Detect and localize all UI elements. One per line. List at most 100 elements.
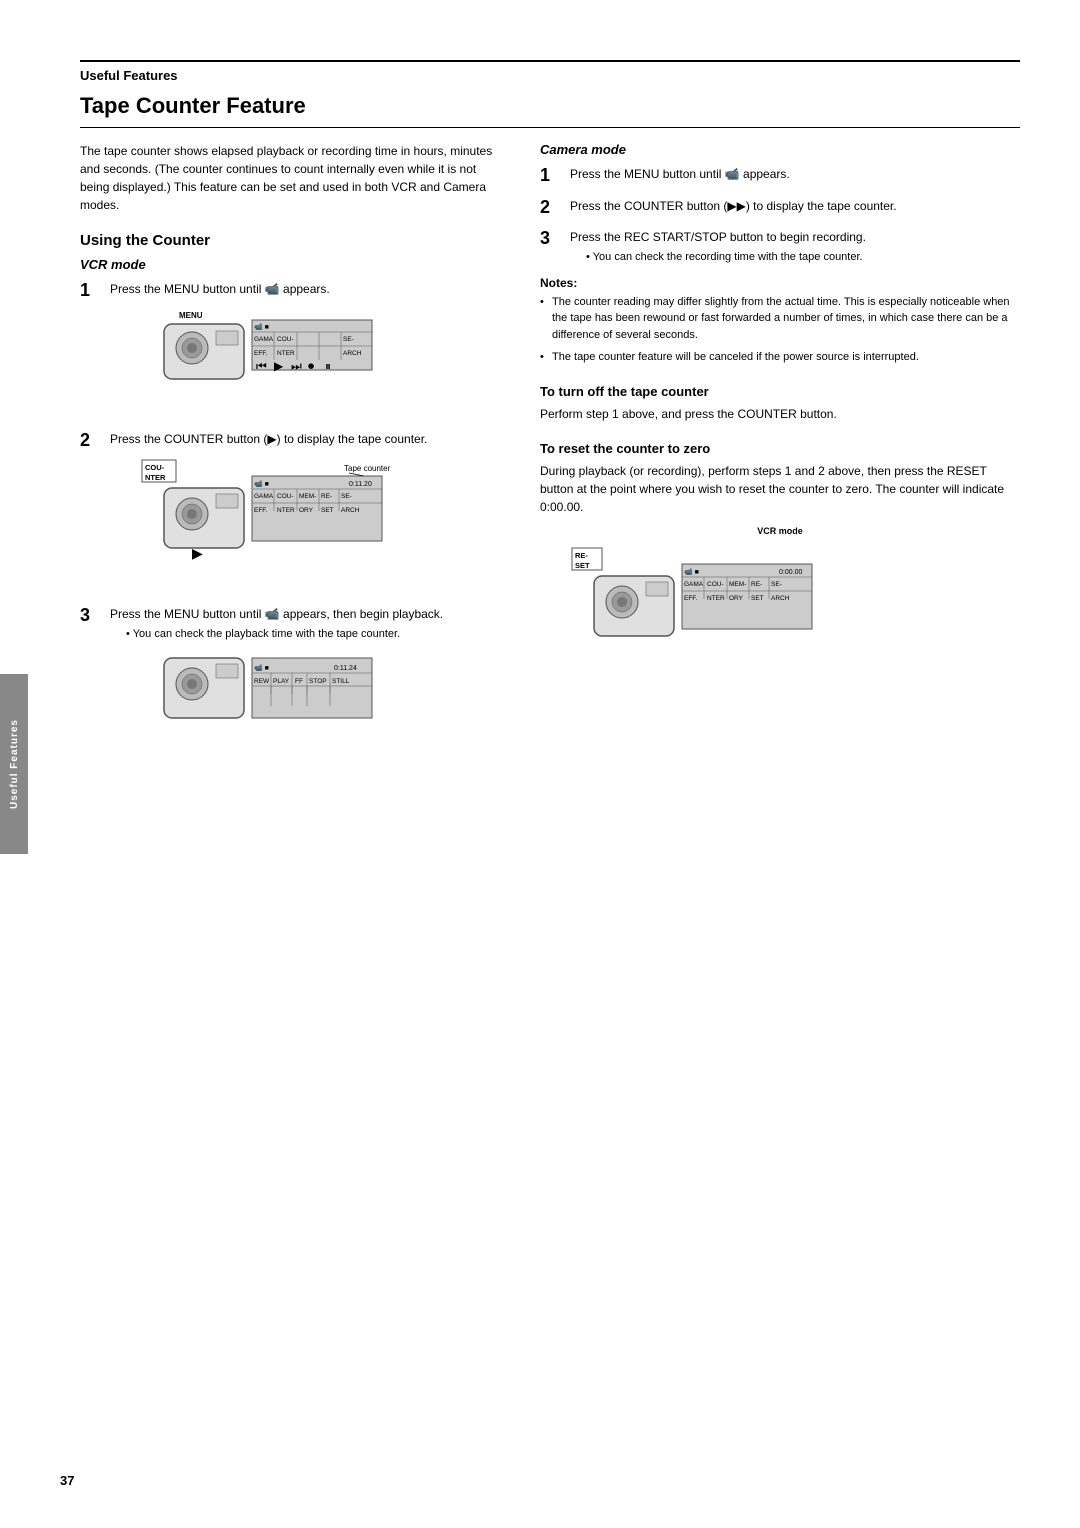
notes-title: Notes: <box>540 276 1020 290</box>
svg-text:⏺: ⏺ <box>308 359 314 373</box>
cam-step-3-content: Press the REC START/STOP button to begin… <box>570 228 1020 265</box>
vcr-step-2: 2 Press the COUNTER button (▶) to displa… <box>80 430 500 595</box>
page-number: 37 <box>60 1473 74 1488</box>
cam-step-1-content: Press the MENU button until 📹 appears. <box>570 165 1020 183</box>
reset-vcr-mode-label: VCR mode <box>540 526 1020 536</box>
svg-text:COU-: COU- <box>277 493 294 500</box>
svg-text:STILL: STILL <box>332 678 350 685</box>
camera-step-2: 2 Press the COUNTER button (▶▶) to displ… <box>540 197 1020 219</box>
svg-text:GAMA: GAMA <box>254 336 274 343</box>
vcr-diagram-3-container: 📹 ■ 0:11.24 REW PLAY FF <box>134 650 500 755</box>
svg-text:MEM-: MEM- <box>729 581 746 588</box>
svg-text:NTER: NTER <box>277 350 295 357</box>
svg-text:ORY: ORY <box>729 595 744 602</box>
intro-text: The tape counter shows elapsed playback … <box>80 142 500 214</box>
camera-mode-label: Camera mode <box>540 142 1020 157</box>
main-content: Useful Features Tape Counter Feature The… <box>60 60 1020 1468</box>
svg-text:⏸: ⏸ <box>325 359 331 373</box>
cam-step-num-1: 1 <box>540 165 564 187</box>
svg-text:RE-: RE- <box>751 581 762 588</box>
svg-text:▶: ▶ <box>274 359 284 373</box>
vcr-step-list: 1 Press the MENU button until 📹 appears.… <box>80 280 500 769</box>
right-column: Camera mode 1 Press the MENU button unti… <box>540 142 1020 779</box>
step-2-content: Press the COUNTER button (▶) to display … <box>110 430 500 595</box>
cam-step-2-content: Press the COUNTER button (▶▶) to display… <box>570 197 1020 215</box>
svg-text:SE-: SE- <box>341 493 352 500</box>
reset-text: During playback (or recording), perform … <box>540 462 1020 516</box>
svg-text:0:11.20: 0:11.20 <box>349 481 372 488</box>
svg-text:FF: FF <box>295 678 303 685</box>
svg-text:MENU: MENU <box>179 311 203 320</box>
svg-text:📹 ■: 📹 ■ <box>254 664 269 672</box>
camera-step-1: 1 Press the MENU button until 📹 appears. <box>540 165 1020 187</box>
svg-text:GAMA: GAMA <box>254 493 274 500</box>
svg-text:ORY: ORY <box>299 507 314 514</box>
vcr-step-3: 3 Press the MENU button until 📹 appears,… <box>80 605 500 769</box>
two-column-layout: The tape counter shows elapsed playback … <box>80 142 1020 779</box>
svg-text:ARCH: ARCH <box>341 507 360 514</box>
step-num-3: 3 <box>80 605 104 627</box>
page-container: Useful Features Useful Features Tape Cou… <box>0 0 1080 1528</box>
vcr-diagram-1-container: MENU <box>134 306 500 406</box>
svg-text:▶: ▶ <box>192 545 203 561</box>
svg-text:RE-: RE- <box>575 551 588 560</box>
reset-section: To reset the counter to zero During play… <box>540 441 1020 669</box>
svg-text:NTER: NTER <box>145 473 166 482</box>
svg-text:EFF.: EFF. <box>254 350 268 357</box>
section-header: Useful Features <box>80 60 1020 83</box>
step-3-bullet: You can check the playback time with the… <box>126 627 500 642</box>
cam-step-num-2: 2 <box>540 197 564 219</box>
svg-text:COU-: COU- <box>145 463 165 472</box>
cam-menu-icon: 📹 <box>725 167 740 181</box>
left-column: The tape counter shows elapsed playback … <box>80 142 500 779</box>
svg-text:SET: SET <box>321 507 334 514</box>
vcr-diagram-3: 📹 ■ 0:11.24 REW PLAY FF <box>134 650 384 755</box>
svg-text:REW: REW <box>254 678 270 685</box>
section-header-title: Useful Features <box>80 68 178 83</box>
svg-text:NTER: NTER <box>707 595 725 602</box>
svg-text:COU-: COU- <box>277 336 294 343</box>
notes-section: Notes: The counter reading may differ sl… <box>540 276 1020 366</box>
step-1-content: Press the MENU button until 📹 appears. M… <box>110 280 500 420</box>
svg-text:STOP: STOP <box>309 678 327 685</box>
svg-text:⏭: ⏭ <box>291 359 302 373</box>
turn-off-text: Perform step 1 above, and press the COUN… <box>540 405 1020 423</box>
camera-step-3: 3 Press the REC START/STOP button to beg… <box>540 228 1020 265</box>
svg-text:GAMA: GAMA <box>684 581 704 588</box>
note-item-2: The tape counter feature will be cancele… <box>540 349 1020 366</box>
step-num-1: 1 <box>80 280 104 302</box>
using-counter-title: Using the Counter <box>80 232 500 249</box>
svg-text:MEM-: MEM- <box>299 493 316 500</box>
menu-icon-inline: 📹 <box>265 282 280 296</box>
reset-diagram: RE- SET 📹 ■ 0:00.00 <box>564 544 824 669</box>
vcr-step-1: 1 Press the MENU button until 📹 appears.… <box>80 280 500 420</box>
svg-text:SET: SET <box>751 595 764 602</box>
svg-text:ARCH: ARCH <box>771 595 790 602</box>
svg-text:RE-: RE- <box>321 493 332 500</box>
svg-text:PLAY: PLAY <box>273 678 290 685</box>
step-3-content: Press the MENU button until 📹 appears, t… <box>110 605 500 769</box>
side-tab: Useful Features <box>0 674 28 854</box>
turn-off-title: To turn off the tape counter <box>540 384 1020 399</box>
reset-diagram-container: RE- SET 📹 ■ 0:00.00 <box>564 544 1020 669</box>
svg-text:SET: SET <box>575 561 590 570</box>
svg-text:📹 ■: 📹 ■ <box>254 480 269 488</box>
svg-text:ARCH: ARCH <box>343 350 362 357</box>
svg-text:⏮: ⏮ <box>256 359 267 373</box>
svg-text:0:00.00: 0:00.00 <box>779 569 802 576</box>
menu-icon-inline-3: 📹 <box>265 607 280 621</box>
cam-step-num-3: 3 <box>540 228 564 250</box>
svg-text:COU-: COU- <box>707 581 724 588</box>
main-title: Tape Counter Feature <box>80 93 1020 128</box>
svg-text:📹 ■: 📹 ■ <box>254 323 269 331</box>
svg-text:SE-: SE- <box>771 581 782 588</box>
svg-text:NTER: NTER <box>277 507 295 514</box>
svg-text:Tape counter: Tape counter <box>344 464 391 473</box>
side-tab-label: Useful Features <box>9 719 20 809</box>
note-item-1: The counter reading may differ slightly … <box>540 294 1020 344</box>
svg-text:📹 ■: 📹 ■ <box>684 568 699 576</box>
svg-text:EFF.: EFF. <box>254 507 268 514</box>
reset-title: To reset the counter to zero <box>540 441 1020 456</box>
step-num-2: 2 <box>80 430 104 452</box>
vcr-diagram-2-container: COU- NTER ▶ <box>134 456 500 581</box>
